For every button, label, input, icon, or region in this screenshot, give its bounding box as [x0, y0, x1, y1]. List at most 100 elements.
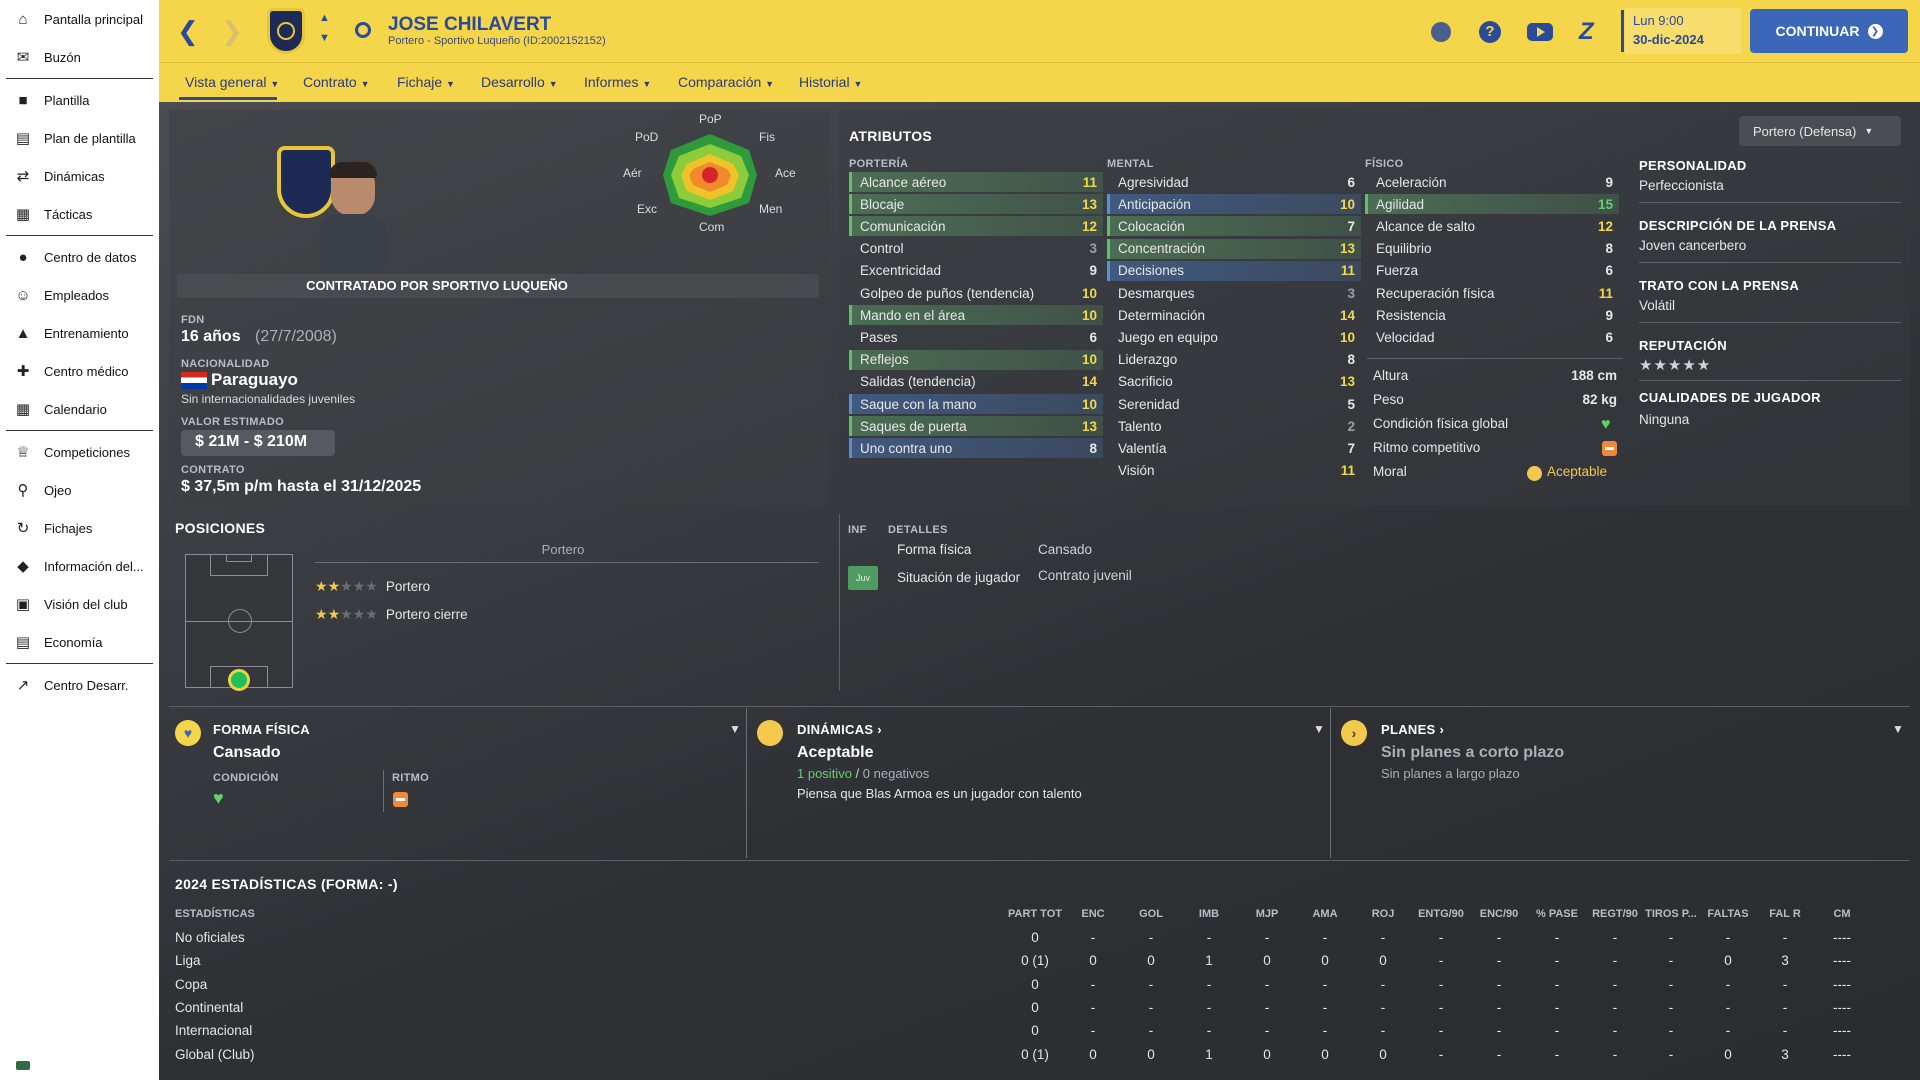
sidebar-item-entrenamiento[interactable]: ▲ Entrenamiento [0, 314, 159, 352]
stats-column-header[interactable]: FALTAS [1700, 908, 1756, 920]
stats-column-header[interactable]: FAL R [1757, 908, 1813, 920]
attribute-row[interactable]: Sacrificio 13 [1107, 372, 1361, 392]
continue-button[interactable]: CONTINUAR ❯ [1750, 9, 1908, 53]
chevron-down-icon[interactable]: ▼ [729, 722, 741, 736]
attribute-row[interactable]: Visión 11 [1107, 461, 1361, 481]
attribute-row[interactable]: Saque con la mano 10 [849, 394, 1103, 414]
attribute-row[interactable]: Reflejos 10 [849, 349, 1103, 370]
attribute-row[interactable]: Fuerza 6 [1365, 261, 1619, 281]
stats-column-header[interactable]: IMB [1181, 908, 1237, 920]
attribute-row[interactable]: Juego en equipo 10 [1107, 327, 1361, 347]
stats-column-header[interactable]: TIROS P... [1643, 908, 1699, 920]
attribute-row[interactable]: Salidas (tendencia) 14 [849, 372, 1103, 392]
sidebar-item-competiciones[interactable]: ♕ Competiciones [0, 433, 159, 471]
tab-informes[interactable]: Informes ▼ [584, 74, 651, 90]
stats-column-header[interactable]: PART TOT [1007, 908, 1063, 920]
attribute-row[interactable]: Liderazgo 8 [1107, 350, 1361, 370]
fm-logo-icon[interactable]: Z [1579, 18, 1594, 46]
back-button[interactable]: ❮ [177, 18, 199, 44]
attribute-row[interactable]: Aceleración 9 [1365, 172, 1619, 192]
sidebar-divider [6, 235, 153, 236]
attribute-row[interactable]: Uno contra uno 8 [849, 438, 1103, 459]
tab-fichaje[interactable]: Fichaje ▼ [397, 74, 455, 90]
sidebar-item-centro-de-datos[interactable]: ● Centro de datos [0, 238, 159, 276]
condition-label: Condición física global [1373, 416, 1509, 431]
attribute-row[interactable]: Agilidad 15 [1365, 194, 1619, 215]
sidebar-item-información-del[interactable]: ◆ Información del... [0, 547, 159, 585]
attribute-row[interactable]: Determinación 14 [1107, 305, 1361, 325]
stats-column-header[interactable]: ENC [1065, 908, 1121, 920]
attribute-row[interactable]: Serenidad 5 [1107, 394, 1361, 414]
attribute-row[interactable]: Golpeo de puños (tendencia) 10 [849, 283, 1103, 303]
attribute-row[interactable]: Anticipación 10 [1107, 194, 1361, 215]
stats-column-header[interactable]: AMA [1297, 908, 1353, 920]
sidebar-item-fichajes[interactable]: ↻ Fichajes [0, 509, 159, 547]
sidebar-item-tácticas[interactable]: ▦ Tácticas [0, 195, 159, 233]
tab-comparacion[interactable]: Comparación ▼ [678, 74, 774, 90]
attribute-row[interactable]: Resistencia 9 [1365, 305, 1619, 325]
chevron-down-icon[interactable]: ▼ [1313, 722, 1325, 736]
forward-button[interactable]: ❯ [221, 18, 243, 44]
attribute-row[interactable]: Saques de puerta 13 [849, 416, 1103, 437]
sidebar-item-calendario[interactable]: ▦ Calendario [0, 390, 159, 428]
chevron-down-icon[interactable]: ▼ [1892, 722, 1904, 736]
attribute-row[interactable]: Excentricidad 9 [849, 261, 1103, 281]
sidebar-item-pantalla-principal[interactable]: ⌂ Pantalla principal [0, 0, 159, 38]
up-arrow-icon[interactable]: ▲ [319, 12, 330, 24]
sidebar-item-plan-de-plantilla[interactable]: ▤ Plan de plantilla [0, 119, 159, 157]
attribute-row[interactable]: Blocaje 13 [849, 194, 1103, 215]
attribute-row[interactable]: Pases 6 [849, 327, 1103, 347]
club-crest-icon[interactable] [267, 8, 305, 54]
attribute-row[interactable]: Mando en el área 10 [849, 305, 1103, 326]
attribute-row[interactable]: Agresividad 6 [1107, 172, 1361, 192]
down-arrow-icon[interactable]: ▼ [319, 32, 330, 44]
sidebar-item-buzón[interactable]: ✉ Buzón [0, 38, 159, 76]
sidebar-item-economía[interactable]: ▤ Economía [0, 623, 159, 661]
attribute-row[interactable]: Concentración 13 [1107, 238, 1361, 259]
sidebar-item-centro-médico[interactable]: ✚ Centro médico [0, 352, 159, 390]
sidebar-item-centro-desarr[interactable]: ↗ Centro Desarr. [0, 666, 159, 704]
help-icon[interactable]: ? [1479, 21, 1501, 43]
stats-column-header[interactable]: % PASE [1529, 908, 1585, 920]
attribute-row[interactable]: Control 3 [849, 239, 1103, 259]
role-select[interactable]: Portero (Defensa) ▼ [1739, 116, 1901, 146]
sidebar-item-empleados[interactable]: ☺ Empleados [0, 276, 159, 314]
sidebar-item-ojeo[interactable]: ⚲ Ojeo [0, 471, 159, 509]
stats-column-header[interactable]: CM [1814, 908, 1870, 920]
stats-column-header[interactable]: ENC/90 [1471, 908, 1527, 920]
attribute-row[interactable]: Equilibrio 8 [1365, 239, 1619, 259]
attribute-row[interactable]: Comunicación 12 [849, 216, 1103, 237]
position-row[interactable]: ★★★★★ Portero cierre [315, 606, 468, 623]
attribute-row[interactable]: Talento 2 [1107, 416, 1361, 436]
attribute-row[interactable]: Decisiones 11 [1107, 260, 1361, 281]
plans-card[interactable]: › PLANES › Sin planes a corto plazo Sin … [1337, 708, 1910, 858]
position-row[interactable]: ★★★★★ Portero [315, 578, 430, 595]
attribute-row[interactable]: Alcance aéreo 11 [849, 172, 1103, 192]
attribute-row[interactable]: Valentía 7 [1107, 438, 1361, 458]
stats-column-header[interactable]: MJP [1239, 908, 1295, 920]
stats-column-header[interactable]: GOL [1123, 908, 1179, 920]
video-icon[interactable] [1527, 23, 1553, 41]
sidebar-item-plantilla[interactable]: ■ Plantilla [0, 81, 159, 119]
fitness-card[interactable]: ♥ FORMA FÍSICA Cansado CONDICIÓN ♥ RITMO… [169, 708, 747, 858]
attribute-row[interactable]: Velocidad 6 [1365, 327, 1619, 347]
sidebar-item-visión-del-club[interactable]: ▣ Visión del club [0, 585, 159, 623]
dynamics-card[interactable]: DINÁMICAS › Aceptable 1 positivo / 0 neg… [753, 708, 1331, 858]
stats-column-header[interactable]: ENTG/90 [1413, 908, 1469, 920]
cards-divider [169, 706, 1910, 707]
search-icon[interactable] [355, 22, 371, 38]
attribute-name: Valentía [1118, 440, 1167, 456]
stats-column-header[interactable]: REGT/90 [1587, 908, 1643, 920]
tab-historial[interactable]: Historial ▼ [799, 74, 862, 90]
attribute-row[interactable]: Recuperación física 11 [1365, 283, 1619, 303]
tab-vista-general[interactable]: Vista general ▼ [185, 74, 279, 90]
sidebar-item-dinámicas[interactable]: ⇄ Dinámicas [0, 157, 159, 195]
tab-desarrollo[interactable]: Desarrollo ▼ [481, 74, 558, 90]
sidebar-footer-icon[interactable] [16, 1061, 30, 1070]
tab-contrato[interactable]: Contrato ▼ [303, 74, 370, 90]
stats-column-header[interactable]: ROJ [1355, 908, 1411, 920]
world-icon[interactable] [1431, 22, 1451, 42]
attribute-row[interactable]: Desmarques 3 [1107, 283, 1361, 303]
attribute-row[interactable]: Alcance de salto 12 [1365, 216, 1619, 236]
attribute-row[interactable]: Colocación 7 [1107, 216, 1361, 237]
